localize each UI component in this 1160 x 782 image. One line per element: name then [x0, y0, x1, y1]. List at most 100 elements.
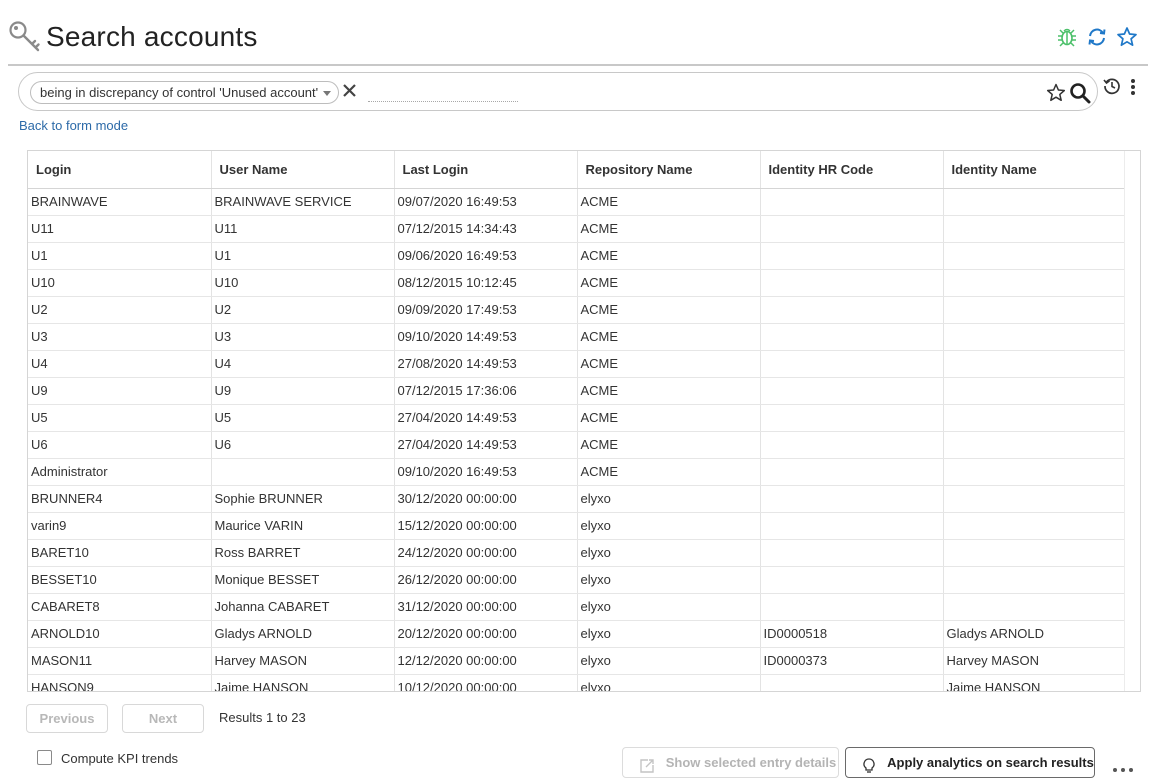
cell-identity-name: Harvey MASON: [943, 647, 1127, 675]
cell-last-login: 27/08/2020 14:49:53: [394, 350, 578, 378]
cell-identity-hr-code: [760, 593, 944, 621]
table-row[interactable]: U3 U3 09/10/2020 14:49:53 ACME: [28, 323, 1127, 351]
cell-identity-name: [943, 242, 1127, 270]
table-row[interactable]: MASON11 Harvey MASON 12/12/2020 00:00:00 el…: [28, 647, 1127, 675]
column-header-identity-name[interactable]: Identity Name: [943, 151, 1127, 189]
cell-user-name: Johanna CABARET: [211, 593, 395, 621]
cell-login: U5: [28, 404, 212, 432]
table-row[interactable]: U4 U4 27/08/2020 14:49:53 ACME: [28, 350, 1127, 378]
cell-login: Administrator: [28, 458, 212, 486]
cell-last-login: 31/12/2020 00:00:00: [394, 593, 578, 621]
cell-identity-name: Jaime HANSON: [943, 674, 1127, 691]
table-body: BRAINWAVE BRAINWAVE SERVICE 09/07/2020 16:…: [28, 188, 1127, 691]
cell-login: HANSON9: [28, 674, 212, 691]
cell-last-login: 27/04/2020 14:49:53: [394, 404, 578, 432]
cell-identity-name: Gladys ARNOLD: [943, 620, 1127, 648]
cell-identity-name: [943, 215, 1127, 243]
table-row[interactable]: U9 U9 07/12/2015 17:36:06 ACME: [28, 377, 1127, 405]
cell-identity-name: [943, 566, 1127, 594]
column-header-identity-hr-code[interactable]: Identity HR Code: [760, 151, 944, 189]
cell-login: U2: [28, 296, 212, 324]
criterion-chip[interactable]: being in discrepancy of control 'Unused …: [30, 81, 340, 104]
cell-identity-hr-code: [760, 674, 944, 691]
cell-user-name: Ross BARRET: [211, 539, 395, 567]
kpi-trends-label: Compute KPI trends: [61, 751, 179, 766]
cell-login: BARET10: [28, 539, 212, 567]
cell-repository-name: elyxo: [577, 620, 761, 648]
cell-identity-name: [943, 593, 1127, 621]
close-icon[interactable]: [341, 82, 359, 100]
cell-user-name: U9: [211, 377, 395, 405]
search-icon[interactable]: [1069, 82, 1091, 104]
cell-repository-name: ACME: [577, 215, 761, 243]
apply-analytics-button[interactable]: Apply analytics on search results: [845, 747, 1095, 778]
cell-user-name: U10: [211, 269, 395, 297]
cell-user-name: U11: [211, 215, 395, 243]
more-options-icon[interactable]: [1112, 760, 1134, 772]
cell-repository-name: elyxo: [577, 566, 761, 594]
header-actions: [1056, 26, 1138, 48]
cell-user-name: U6: [211, 431, 395, 459]
search-input[interactable]: [368, 82, 518, 102]
table-row[interactable]: U5 U5 27/04/2020 14:49:53 ACME: [28, 404, 1127, 432]
table-row[interactable]: varin9 Maurice VARIN 15/12/2020 00:00:00 el…: [28, 512, 1127, 540]
table-row[interactable]: BRAINWAVE BRAINWAVE SERVICE 09/07/2020 16:…: [28, 188, 1127, 216]
column-header-user-name[interactable]: User Name: [211, 151, 395, 189]
cell-last-login: 30/12/2020 00:00:00: [394, 485, 578, 513]
bug-icon[interactable]: [1056, 26, 1078, 48]
kebab-menu-icon[interactable]: [1128, 78, 1138, 96]
table-row[interactable]: Administrator 09/10/2020 16:49:53 ACME: [28, 458, 1127, 486]
favorite-star-icon[interactable]: [1116, 26, 1138, 48]
table-row[interactable]: ARNOLD10 Gladys ARNOLD 20/12/2020 00:00:00…: [28, 620, 1127, 648]
table-row[interactable]: HANSON9 Jaime HANSON 10/12/2020 00:00:00 el…: [28, 674, 1127, 691]
lightbulb-icon: [862, 755, 876, 773]
apply-analytics-label: Apply analytics on search results: [887, 755, 1094, 770]
vertical-scrollbar[interactable]: [1124, 151, 1140, 691]
cell-last-login: 27/04/2020 14:49:53: [394, 431, 578, 459]
table-row[interactable]: U2 U2 09/09/2020 17:49:53 ACME: [28, 296, 1127, 324]
table-row[interactable]: U11 U11 07/12/2015 14:34:43 ACME: [28, 215, 1127, 243]
cell-login: ARNOLD10: [28, 620, 212, 648]
cell-login: BRAINWAVE: [28, 188, 212, 216]
cell-repository-name: ACME: [577, 242, 761, 270]
table-row[interactable]: BRUNNER4 Sophie BRUNNER 30/12/2020 00:00:0…: [28, 485, 1127, 513]
refresh-icon[interactable]: [1086, 26, 1108, 48]
cell-login: U4: [28, 350, 212, 378]
cell-identity-hr-code: [760, 296, 944, 324]
cell-identity-hr-code: [760, 566, 944, 594]
column-header-login[interactable]: Login: [28, 151, 212, 189]
cell-user-name: Monique BESSET: [211, 566, 395, 594]
chevron-down-icon[interactable]: [323, 91, 332, 96]
table-row[interactable]: U1 U1 09/06/2020 16:49:53 ACME: [28, 242, 1127, 270]
show-details-label: Show selected entry details: [665, 755, 837, 770]
table-row[interactable]: U10 U10 08/12/2015 10:12:45 ACME: [28, 269, 1127, 297]
kpi-trends-checkbox[interactable]: [37, 750, 52, 765]
history-icon[interactable]: [1103, 77, 1121, 95]
cell-repository-name: elyxo: [577, 593, 761, 621]
previous-button[interactable]: Previous: [26, 704, 108, 733]
cell-identity-hr-code: [760, 431, 944, 459]
table-row[interactable]: BESSET10 Monique BESSET 26/12/2020 00:00:0…: [28, 566, 1127, 594]
next-button[interactable]: Next: [122, 704, 204, 733]
cell-repository-name: ACME: [577, 269, 761, 297]
cell-last-login: 26/12/2020 00:00:00: [394, 566, 578, 594]
cell-identity-name: [943, 188, 1127, 216]
cell-login: varin9: [28, 512, 212, 540]
save-search-star-icon[interactable]: [1046, 83, 1066, 103]
cell-identity-name: [943, 323, 1127, 351]
table-row[interactable]: CABARET8 Johanna CABARET 31/12/2020 00:00:…: [28, 593, 1127, 621]
cell-identity-name: [943, 269, 1127, 297]
cell-user-name: U4: [211, 350, 395, 378]
show-details-button[interactable]: Show selected entry details: [622, 747, 839, 778]
column-header-repository-name[interactable]: Repository Name: [577, 151, 761, 189]
table-row[interactable]: BARET10 Ross BARRET 24/12/2020 00:00:00 ely…: [28, 539, 1127, 567]
cell-last-login: 09/09/2020 17:49:53: [394, 296, 578, 324]
open-external-icon: [639, 755, 655, 773]
cell-repository-name: ACME: [577, 458, 761, 486]
cell-login: MASON11: [28, 647, 212, 675]
table-row[interactable]: U6 U6 27/04/2020 14:49:53 ACME: [28, 431, 1127, 459]
cell-identity-hr-code: [760, 404, 944, 432]
back-to-form-link[interactable]: Back to form mode: [19, 118, 128, 133]
column-header-last-login[interactable]: Last Login: [394, 151, 578, 189]
cell-identity-hr-code: [760, 485, 944, 513]
